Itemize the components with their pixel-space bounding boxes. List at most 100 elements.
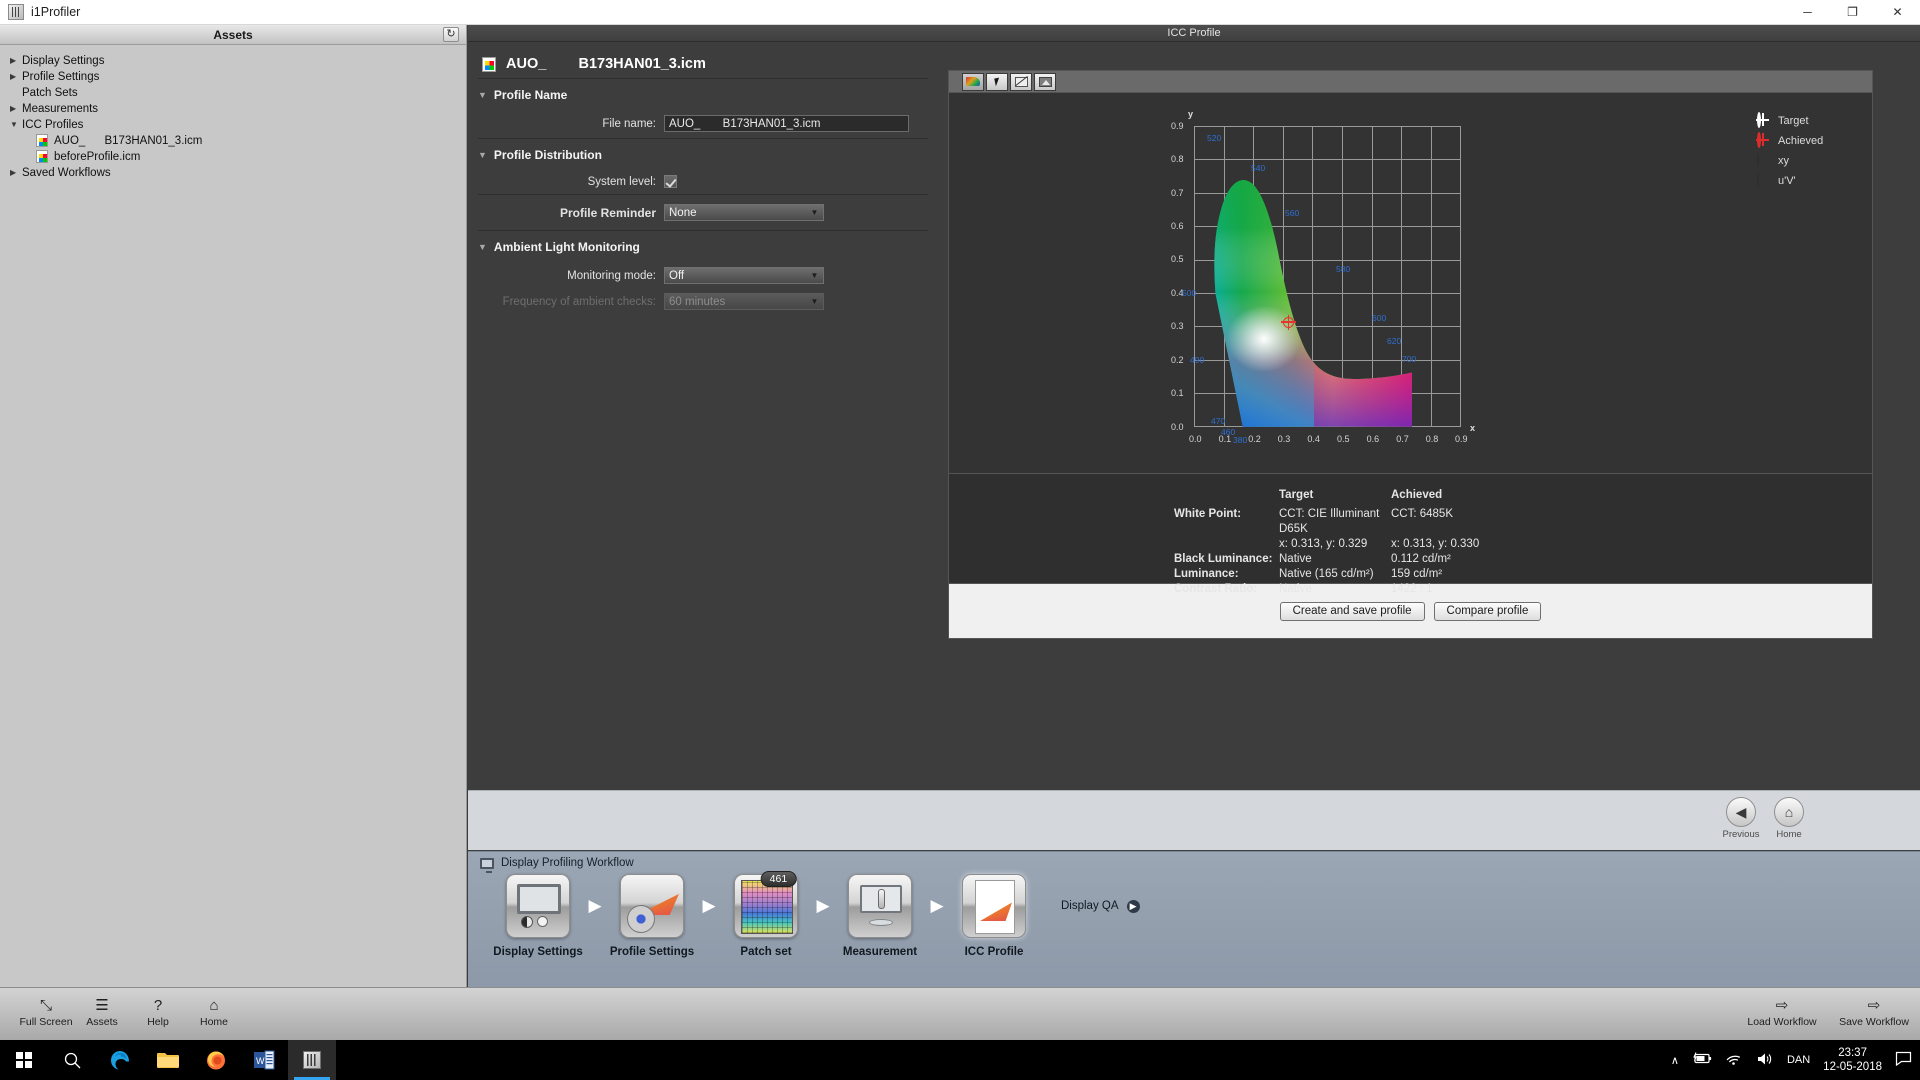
legend-label: Target — [1778, 115, 1809, 127]
section-title: Profile Distribution — [494, 148, 602, 162]
section-profile-name[interactable]: ▼ Profile Name — [478, 79, 928, 109]
edge-icon[interactable] — [96, 1040, 144, 1080]
workflow-step-display-settings[interactable]: Display Settings — [493, 874, 583, 958]
sidebar-item-display-settings[interactable]: ▶ Display Settings — [8, 53, 466, 68]
profile-reminder-select[interactable]: None ▼ — [664, 204, 824, 221]
image-view-icon[interactable] — [1034, 73, 1056, 91]
help-button[interactable]: ? Help — [130, 988, 186, 1028]
cie-chromaticity-chart[interactable]: Target Achieved xy u'V' — [948, 92, 1873, 474]
battery-icon[interactable] — [1692, 1052, 1712, 1068]
page-title: AUO_ B173HAN01_3.icm — [506, 56, 706, 72]
full-screen-button[interactable]: ⤡ Full Screen — [18, 988, 74, 1028]
monitoring-mode-select[interactable]: Off ▼ — [664, 267, 824, 284]
workflow-step-patch-set[interactable]: 461 Patch set — [721, 874, 811, 958]
maximize-button[interactable]: ❐ — [1830, 0, 1875, 25]
windows-start-icon[interactable] — [0, 1040, 48, 1080]
triangle-down-icon[interactable]: ▼ — [478, 150, 487, 160]
save-workflow-icon: ⇨ — [1828, 995, 1920, 1015]
sidebar-item-profile-auo[interactable]: AUO_ B173HAN01_3.icm — [8, 133, 466, 148]
sidebar-item-saved-workflows[interactable]: ▶ Saved Workflows — [8, 165, 466, 180]
table-row: Contrast Ratio: Native 1422 : 1 — [949, 582, 1872, 597]
close-button[interactable]: ✕ — [1875, 0, 1920, 25]
sidebar-item-patch-sets[interactable]: Patch Sets — [8, 85, 466, 100]
workflow-title: Display Profiling Workflow — [501, 857, 634, 869]
radio-selected-icon[interactable] — [1757, 154, 1771, 168]
display-qa-go-icon[interactable]: ▶ — [1127, 900, 1140, 913]
y-tick: 0.2 — [1171, 355, 1184, 365]
firefox-icon[interactable] — [192, 1040, 240, 1080]
file-name-input[interactable]: AUO_ B173HAN01_3.icm — [664, 115, 909, 132]
workflow-step-measurement[interactable]: Measurement — [835, 874, 925, 958]
section-profile-distribution[interactable]: ▼ Profile Distribution — [478, 139, 928, 169]
language-indicator[interactable]: DAN — [1787, 1054, 1810, 1066]
volume-icon[interactable] — [1756, 1052, 1774, 1069]
search-icon[interactable] — [48, 1040, 96, 1080]
sidebar-item-icc-profiles[interactable]: ▼ ICC Profiles — [8, 117, 466, 132]
chevron-down-icon[interactable]: ▼ — [806, 205, 823, 220]
save-workflow-button[interactable]: ⇨ Save Workflow — [1828, 988, 1920, 1028]
wifi-icon[interactable] — [1725, 1052, 1743, 1069]
chevron-right-icon[interactable]: ▶ — [8, 168, 22, 177]
icc-profile-icon — [36, 150, 48, 163]
home-toolbar-button[interactable]: ⌂ Home — [186, 988, 242, 1028]
tab-icc-profile[interactable]: ICC Profile — [468, 25, 1920, 42]
gamut-view-icon[interactable] — [962, 73, 984, 91]
frequency-select: 60 minutes ▼ — [664, 293, 824, 310]
frequency-row: Frequency of ambient checks: 60 minutes … — [478, 290, 928, 313]
curve-view-icon[interactable] — [1010, 73, 1032, 91]
create-and-save-profile-button[interactable]: Create and save profile — [1280, 602, 1425, 621]
profile-reminder-value: None — [669, 207, 806, 219]
sidebar-item-profile-settings[interactable]: ▶ Profile Settings — [8, 69, 466, 84]
file-explorer-icon[interactable] — [144, 1040, 192, 1080]
chevron-down-icon[interactable]: ▼ — [8, 120, 22, 129]
chevron-right-icon[interactable]: ▶ — [8, 104, 22, 113]
word-icon[interactable]: W — [240, 1040, 288, 1080]
chevron-down-icon[interactable]: ▼ — [806, 268, 823, 283]
chevron-right-icon[interactable]: ▶ — [8, 56, 22, 65]
chevron-right-icon[interactable]: ▶ — [8, 72, 22, 81]
assets-button[interactable]: ☰ Assets — [74, 988, 130, 1028]
clock-time: 23:37 — [1823, 1046, 1882, 1060]
y-tick: 0.5 — [1171, 254, 1184, 264]
wavelength-label: 700 — [1402, 354, 1416, 364]
sidebar-item-profile-before[interactable]: beforeProfile.icm — [8, 149, 466, 164]
workflow-step-profile-settings[interactable]: Profile Settings — [607, 874, 697, 958]
row-achieved: 1422 : 1 — [1391, 582, 1591, 597]
load-workflow-button[interactable]: ⇨ Load Workflow — [1736, 988, 1828, 1028]
workflow-step-label: Profile Settings — [607, 946, 697, 958]
radio-unselected-icon[interactable] — [1757, 174, 1771, 188]
icc-profile-icon — [962, 874, 1026, 938]
home-button[interactable]: ⌂ Home — [1768, 797, 1810, 840]
legend-achieved[interactable]: Achieved — [1757, 131, 1862, 151]
i1profiler-icon[interactable] — [288, 1040, 336, 1080]
minimize-button[interactable]: ─ — [1785, 0, 1830, 25]
triangle-down-icon[interactable]: ▼ — [478, 242, 487, 252]
display-qa-link[interactable]: Display QA ▶ — [1039, 874, 1140, 938]
section-ambient-light[interactable]: ▼ Ambient Light Monitoring — [478, 231, 928, 261]
app-toolbar: ⤡ Full Screen ☰ Assets ? Help ⌂ Home ⇨ L… — [0, 987, 1920, 1040]
clock[interactable]: 23:37 12-05-2018 — [1823, 1046, 1882, 1074]
radio-uv[interactable]: u'V' — [1757, 171, 1862, 191]
cie-gamut-shape — [1194, 126, 1461, 427]
plot-area — [1194, 126, 1461, 427]
legend-target[interactable]: Target — [1757, 111, 1862, 131]
assets-sidebar: Assets ↻ ▶ Display Settings ▶ Profile Se… — [0, 25, 467, 987]
assets-header: Assets ↻ — [0, 25, 466, 45]
notification-icon[interactable] — [1895, 1051, 1912, 1069]
sidebar-item-label: Saved Workflows — [22, 167, 111, 179]
workflow-step-icc-profile[interactable]: ICC Profile — [949, 874, 1039, 958]
workflow-bar: Display Profiling Workflow Display Setti… — [468, 851, 1920, 987]
refresh-icon[interactable]: ↻ — [443, 27, 459, 42]
cursor-tool-icon[interactable] — [986, 73, 1008, 91]
tool-label: Full Screen — [18, 1016, 74, 1028]
radio-xy[interactable]: xy — [1757, 151, 1862, 171]
workflow-steps: Display Settings ▶ Profile Settings ▶ 46… — [468, 874, 1920, 958]
compare-profile-button[interactable]: Compare profile — [1434, 602, 1542, 621]
y-tick: 0.0 — [1171, 422, 1184, 432]
tray-chevron-icon[interactable]: ∧ — [1671, 1054, 1679, 1067]
triangle-down-icon[interactable]: ▼ — [478, 90, 487, 100]
previous-button[interactable]: ◀ Previous — [1720, 797, 1762, 840]
system-level-checkbox[interactable] — [664, 175, 677, 188]
workflow-step-label: Measurement — [835, 946, 925, 958]
sidebar-item-measurements[interactable]: ▶ Measurements — [8, 101, 466, 116]
